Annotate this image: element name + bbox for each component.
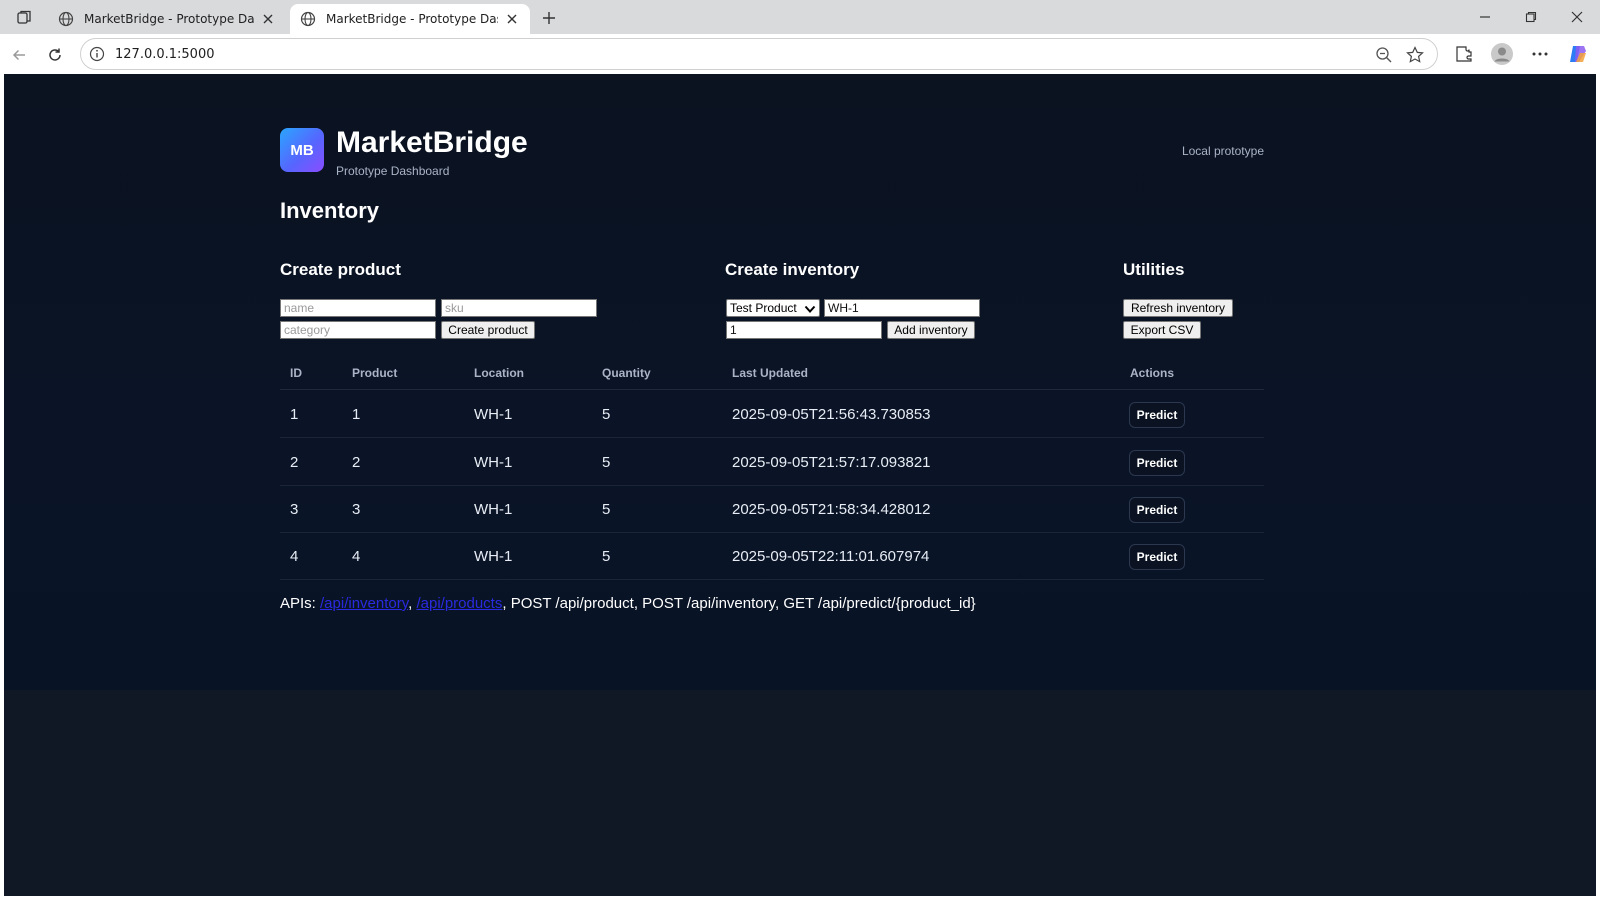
table-header: ID Product Location Quantity Last Update…	[280, 364, 1264, 390]
close-icon[interactable]	[260, 11, 276, 27]
cell-last-updated: 2025-09-05T22:11:01.607974	[732, 548, 930, 565]
table-row: 4 4 WH-1 5 2025-09-05T22:11:01.607974 Pr…	[280, 533, 1264, 580]
cell-last-updated: 2025-09-05T21:58:34.428012	[732, 501, 931, 518]
reload-icon[interactable]	[44, 44, 66, 66]
api-endpoints-text: , POST /api/product, POST /api/inventory…	[502, 595, 976, 612]
cell-product: 3	[352, 501, 361, 518]
page-title: Inventory	[280, 198, 380, 223]
selected-product: Test Product	[730, 301, 797, 315]
column-header-product: Product	[352, 366, 398, 380]
globe-icon	[58, 11, 74, 27]
brand-logo: MB	[280, 128, 324, 172]
page-viewport: MB MarketBridge Prototype Dashboard Loca…	[4, 74, 1596, 896]
table-row: 2 2 WH-1 5 2025-09-05T21:57:17.093821 Pr…	[280, 439, 1264, 486]
cell-quantity: 5	[602, 454, 611, 471]
window-close-icon[interactable]	[1566, 6, 1588, 28]
browser-tab-active[interactable]: MarketBridge - Prototype Dashboard	[290, 4, 530, 34]
cell-last-updated: 2025-09-05T21:56:43.730853	[732, 406, 931, 423]
cell-id: 3	[290, 501, 299, 518]
add-inventory-button[interactable]: Add inventory	[887, 321, 975, 339]
tab-title: MarketBridge - Prototype Dashboard	[326, 12, 498, 26]
column-header-quantity: Quantity	[602, 366, 651, 380]
tab-title: MarketBridge - Prototype Dashboard	[84, 12, 254, 26]
url-text[interactable]: 127.0.0.1:5000	[115, 47, 215, 62]
cell-quantity: 5	[602, 501, 611, 518]
utilities-title: Utilities	[1123, 260, 1185, 279]
extensions-icon[interactable]	[1452, 42, 1476, 66]
chevron-down-icon	[804, 303, 816, 313]
predict-button[interactable]: Predict	[1129, 402, 1185, 428]
table-row: 1 1 WH-1 5 2025-09-05T21:56:43.730853 Pr…	[280, 391, 1264, 438]
more-icon[interactable]	[1528, 42, 1552, 66]
refresh-inventory-button[interactable]: Refresh inventory	[1123, 299, 1233, 317]
cell-last-updated: 2025-09-05T21:57:17.093821	[732, 454, 931, 471]
cell-product: 4	[352, 548, 361, 565]
copilot-icon[interactable]	[1566, 42, 1590, 66]
inventory-location-input[interactable]: WH-1	[824, 299, 980, 317]
cell-product: 2	[352, 454, 361, 471]
page-background	[4, 690, 1596, 896]
cell-id: 1	[290, 406, 299, 423]
cell-location: WH-1	[474, 548, 513, 565]
tab-actions-icon[interactable]	[14, 7, 34, 27]
cell-id: 4	[290, 548, 299, 565]
cell-id: 2	[290, 454, 299, 471]
back-icon[interactable]	[8, 44, 30, 66]
product-sku-input[interactable]: sku	[441, 299, 597, 317]
cell-quantity: 5	[602, 406, 611, 423]
browser-tab-bar: MarketBridge - Prototype Dashboard Marke…	[0, 0, 1600, 34]
product-category-input[interactable]: category	[280, 321, 436, 339]
zoom-out-icon[interactable]	[1375, 46, 1393, 64]
cell-quantity: 5	[602, 548, 611, 565]
cell-location: WH-1	[474, 454, 513, 471]
column-header-actions: Actions	[1130, 366, 1175, 380]
column-header-last-updated: Last Updated	[732, 366, 809, 380]
inventory-product-select[interactable]: Test Product	[726, 299, 820, 317]
create-inventory-title: Create inventory	[725, 260, 860, 279]
column-header-id: ID	[290, 366, 302, 380]
api-list: APIs: /api/inventory, /api/products, POS…	[280, 595, 976, 612]
api-products-link[interactable]: /api/products	[416, 595, 502, 612]
predict-button[interactable]: Predict	[1129, 450, 1185, 476]
logo-text: MB	[290, 141, 314, 159]
brand-name: MarketBridge	[336, 126, 528, 159]
info-icon[interactable]	[89, 46, 105, 62]
cell-location: WH-1	[474, 501, 513, 518]
restore-icon[interactable]	[1520, 6, 1542, 28]
browser-toolbar: 127.0.0.1:5000	[0, 34, 1600, 74]
minimize-icon[interactable]	[1474, 6, 1496, 28]
address-bar[interactable]: 127.0.0.1:5000	[80, 38, 1438, 70]
cell-product: 1	[352, 406, 361, 423]
profile-icon[interactable]	[1490, 42, 1514, 66]
environment-tag: Local prototype	[1181, 144, 1264, 158]
export-csv-button[interactable]: Export CSV	[1123, 321, 1201, 339]
api-prefix: APIs:	[280, 595, 321, 612]
inventory-quantity-input[interactable]: 1	[726, 321, 882, 339]
product-name-input[interactable]: name	[280, 299, 436, 317]
create-product-title: Create product	[280, 260, 401, 279]
predict-button[interactable]: Predict	[1129, 497, 1185, 523]
predict-button[interactable]: Predict	[1129, 544, 1185, 570]
cell-location: WH-1	[474, 406, 513, 423]
table-row: 3 3 WH-1 5 2025-09-05T21:58:34.428012 Pr…	[280, 486, 1264, 533]
browser-tab[interactable]: MarketBridge - Prototype Dashboard	[48, 4, 286, 34]
plus-icon[interactable]	[538, 7, 560, 29]
close-icon[interactable]	[504, 11, 520, 27]
star-icon[interactable]	[1405, 45, 1425, 65]
create-product-button[interactable]: Create product	[441, 321, 535, 339]
column-header-location: Location	[474, 366, 524, 380]
api-inventory-link[interactable]: /api/inventory	[320, 595, 408, 612]
brand-subtitle: Prototype Dashboard	[336, 164, 450, 178]
globe-icon	[300, 11, 316, 27]
